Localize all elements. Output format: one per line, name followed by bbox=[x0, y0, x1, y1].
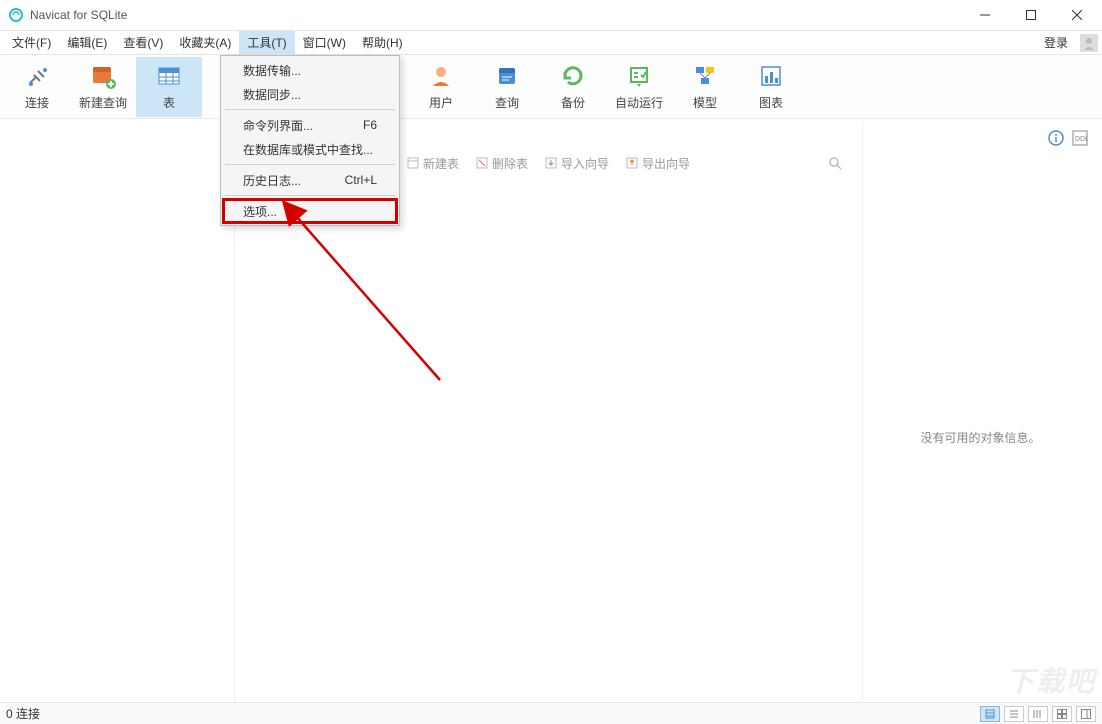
menu-help[interactable]: 帮助(H) bbox=[354, 31, 411, 54]
query-icon bbox=[493, 62, 521, 90]
view-mode-detail[interactable] bbox=[1004, 706, 1024, 722]
subbar-export[interactable]: 导出向导 bbox=[619, 155, 696, 172]
menu-file[interactable]: 文件(F) bbox=[4, 31, 59, 54]
menu-tools[interactable]: 工具(T) bbox=[239, 31, 294, 54]
view-mode-er[interactable] bbox=[1028, 706, 1048, 722]
minimize-button[interactable] bbox=[962, 0, 1008, 30]
menu-data-transfer[interactable]: 数据传输... bbox=[223, 58, 397, 82]
info-panel-message: 没有可用的对象信息。 bbox=[920, 429, 1040, 446]
toolbar-query[interactable]: 查询 bbox=[474, 57, 540, 117]
app-icon bbox=[8, 7, 24, 23]
toolbar-table[interactable]: 表 bbox=[136, 57, 202, 117]
menu-favorites[interactable]: 收藏夹(A) bbox=[171, 31, 239, 54]
menu-window[interactable]: 窗口(W) bbox=[295, 31, 354, 54]
subbar-delete-table[interactable]: 删除表 bbox=[469, 155, 534, 172]
menu-options[interactable]: 选项... bbox=[223, 199, 397, 223]
status-connection-count: 0 连接 bbox=[6, 705, 40, 722]
info-panel: DDL 没有可用的对象信息。 bbox=[862, 122, 1098, 700]
toolbar-model[interactable]: 模型 bbox=[672, 57, 738, 117]
toolbar-schedule[interactable]: 自动运行 bbox=[606, 57, 672, 117]
ddl-icon[interactable]: DDL bbox=[1072, 130, 1088, 149]
watermark: 下载吧 bbox=[1006, 660, 1096, 700]
menu-history-log[interactable]: 历史日志...Ctrl+L bbox=[223, 168, 397, 192]
info-icon[interactable] bbox=[1048, 130, 1064, 149]
maximize-button[interactable] bbox=[1008, 0, 1054, 30]
plug-icon bbox=[23, 62, 51, 90]
subbar-new-table[interactable]: 新建表 bbox=[400, 155, 465, 172]
close-button[interactable] bbox=[1054, 0, 1100, 30]
view-mode-list[interactable] bbox=[980, 706, 1000, 722]
schedule-icon bbox=[625, 62, 653, 90]
main-toolbar: 连接 新建查询 表 视图 索引 触发器 用户 查询 备份 自动运行 模型 bbox=[0, 55, 1102, 119]
search-icon[interactable] bbox=[828, 156, 842, 173]
login-link[interactable]: 登录 bbox=[1038, 34, 1074, 51]
svg-text:DDL: DDL bbox=[1075, 136, 1088, 143]
window-title: Navicat for SQLite bbox=[30, 8, 127, 22]
subbar-import[interactable]: 导入向导 bbox=[538, 155, 615, 172]
navigation-panel bbox=[0, 120, 235, 702]
toolbar-connection[interactable]: 连接 bbox=[4, 57, 70, 117]
avatar[interactable] bbox=[1080, 34, 1098, 52]
backup-icon bbox=[559, 62, 587, 90]
tools-menu: 数据传输... 数据同步... 命令列界面...F6 在数据库或模式中查找...… bbox=[220, 55, 400, 226]
menu-separator bbox=[225, 109, 395, 110]
model-icon bbox=[691, 62, 719, 90]
object-list bbox=[235, 175, 862, 702]
toolbar-backup[interactable]: 备份 bbox=[540, 57, 606, 117]
new-query-icon bbox=[89, 62, 117, 90]
toolbar-new-query[interactable]: 新建查询 bbox=[70, 57, 136, 117]
toolbar-user[interactable]: 用户 bbox=[408, 57, 474, 117]
title-bar: Navicat for SQLite bbox=[0, 0, 1102, 31]
delete-table-icon bbox=[475, 156, 489, 170]
chart-icon bbox=[757, 62, 785, 90]
toggle-info-panel[interactable] bbox=[1076, 706, 1096, 722]
menu-bar: 文件(F) 编辑(E) 查看(V) 收藏夹(A) 工具(T) 窗口(W) 帮助(… bbox=[0, 31, 1102, 55]
new-table-icon bbox=[406, 156, 420, 170]
menu-data-sync[interactable]: 数据同步... bbox=[223, 82, 397, 106]
menu-separator bbox=[225, 164, 395, 165]
toolbar-chart[interactable]: 图表 bbox=[738, 57, 804, 117]
menu-view[interactable]: 查看(V) bbox=[115, 31, 171, 54]
menu-console[interactable]: 命令列界面...F6 bbox=[223, 113, 397, 137]
object-toolbar: 新建表 删除表 导入向导 导出向导 bbox=[400, 151, 696, 175]
view-mode-grid[interactable] bbox=[1052, 706, 1072, 722]
menu-separator bbox=[225, 195, 395, 196]
export-icon bbox=[625, 156, 639, 170]
user-icon bbox=[427, 62, 455, 90]
menu-edit[interactable]: 编辑(E) bbox=[59, 31, 115, 54]
import-icon bbox=[544, 156, 558, 170]
menu-find-in-db[interactable]: 在数据库或模式中查找... bbox=[223, 137, 397, 161]
status-bar: 0 连接 bbox=[0, 702, 1102, 724]
table-icon bbox=[155, 62, 183, 90]
